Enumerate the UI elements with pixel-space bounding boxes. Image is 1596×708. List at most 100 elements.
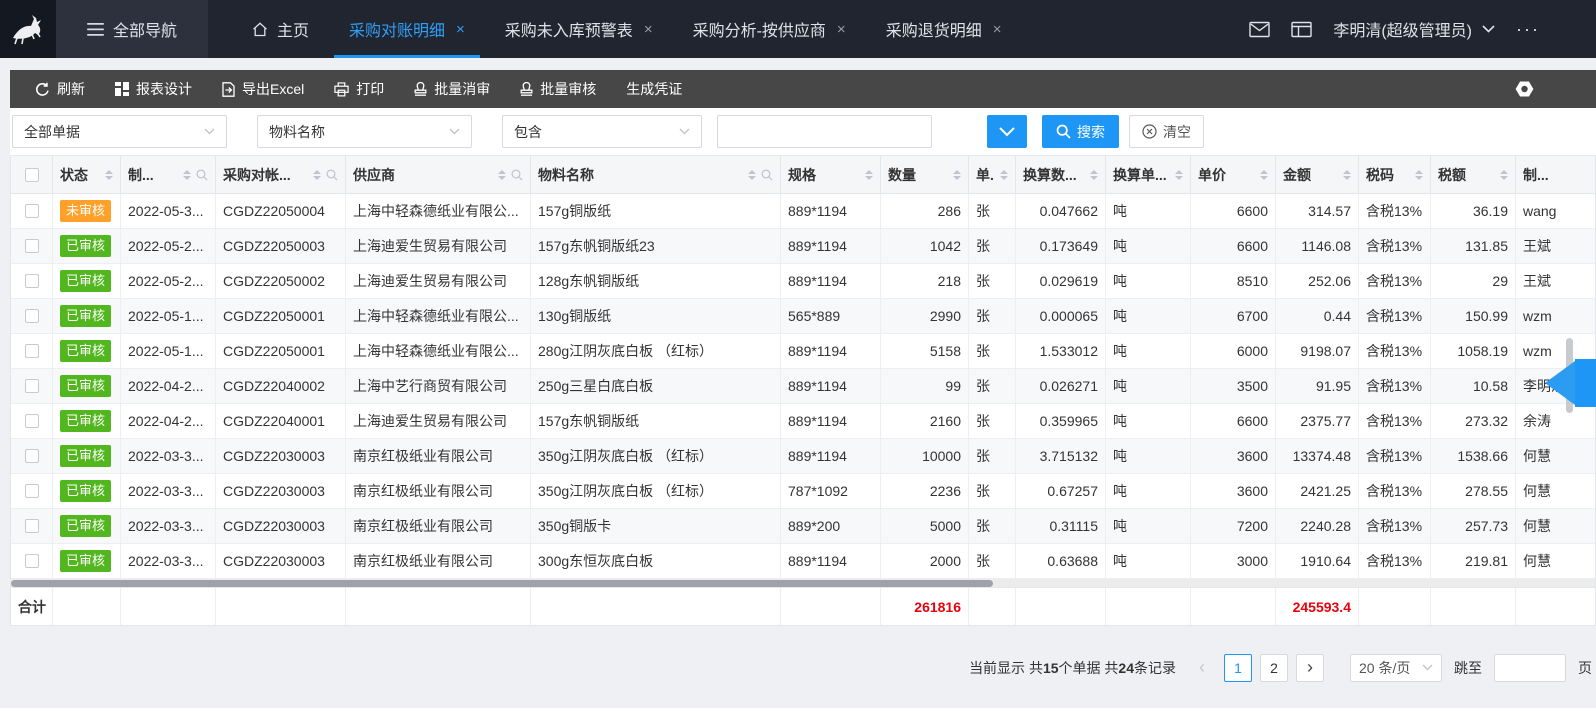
row-checkbox[interactable]	[25, 239, 39, 253]
drawer-toggle[interactable]	[1545, 358, 1596, 408]
cell: 吨	[1106, 334, 1191, 368]
sort-icon[interactable]	[748, 170, 756, 180]
settings-gear-icon[interactable]	[1515, 81, 1534, 98]
table-row[interactable]: 已审核2022-03-3...CGDZ22030003南京红极纸业有限公司350…	[11, 474, 1595, 509]
sort-icon[interactable]	[498, 170, 506, 180]
sort-icon[interactable]	[1415, 170, 1423, 180]
table-row[interactable]: 已审核2022-05-1...CGDZ22050001上海中轻森德纸业有限公..…	[11, 334, 1595, 369]
column-search-icon[interactable]	[511, 169, 523, 181]
row-checkbox[interactable]	[25, 344, 39, 358]
toolbar-button[interactable]: 报表设计	[100, 70, 207, 108]
sort-icon[interactable]	[953, 170, 961, 180]
table-row[interactable]: 已审核2022-03-3...CGDZ22030003南京红极纸业有限公司350…	[11, 509, 1595, 544]
row-checkbox[interactable]	[25, 554, 39, 568]
tab[interactable]: 采购分析-按供应商×	[673, 0, 866, 58]
table-row[interactable]: 已审核2022-03-3...CGDZ22030003南京红极纸业有限公司300…	[11, 544, 1595, 579]
sort-icon[interactable]	[1343, 170, 1351, 180]
select-all-checkbox[interactable]	[25, 168, 39, 182]
column-search-icon[interactable]	[326, 169, 338, 181]
column-label: 单价	[1198, 165, 1226, 185]
toolbar-button[interactable]: 批量审核	[505, 70, 611, 108]
app-logo[interactable]	[0, 0, 56, 58]
sort-icon[interactable]	[1500, 170, 1508, 180]
toolbar-button[interactable]: 生成凭证	[611, 70, 697, 108]
tab-close-icon[interactable]: ×	[644, 21, 653, 38]
doc-type-select[interactable]: 全部单据	[12, 115, 227, 148]
more-button[interactable]: ···	[1516, 19, 1540, 40]
column-header[interactable]: 供应商	[346, 156, 531, 193]
column-header[interactable]: 数量	[881, 156, 969, 193]
horizontal-scrollbar-thumb[interactable]	[11, 580, 993, 587]
mail-icon[interactable]	[1249, 21, 1270, 38]
page-button[interactable]: 1	[1224, 654, 1252, 682]
table-row[interactable]: 已审核2022-04-2...CGDZ22040002上海中艺行商贸有限公司25…	[11, 369, 1595, 404]
row-checkbox[interactable]	[25, 274, 39, 288]
clear-button[interactable]: 清空	[1129, 115, 1204, 148]
tab-close-icon[interactable]: ×	[837, 21, 846, 38]
sort-icon[interactable]	[1260, 170, 1268, 180]
table-row[interactable]: 已审核2022-04-2...CGDZ22040001上海迪爱生贸易有限公司15…	[11, 404, 1595, 439]
column-header[interactable]: 制...	[1516, 156, 1596, 193]
window-icon[interactable]	[1291, 21, 1312, 38]
sort-icon[interactable]	[1090, 170, 1098, 180]
status-badge: 已审核	[60, 305, 111, 327]
sort-icon[interactable]	[183, 170, 191, 180]
table-row[interactable]: 已审核2022-05-1...CGDZ22050001上海中轻森德纸业有限公..…	[11, 299, 1595, 334]
table-row[interactable]: 已审核2022-05-2...CGDZ22050003上海迪爱生贸易有限公司15…	[11, 229, 1595, 264]
tab-close-icon[interactable]: ×	[456, 21, 465, 38]
row-checkbox[interactable]	[25, 414, 39, 428]
page-size-select[interactable]: 20 条/页	[1350, 654, 1442, 682]
row-checkbox[interactable]	[25, 204, 39, 218]
keyword-input[interactable]	[717, 115, 932, 148]
tab[interactable]: 主页	[232, 0, 329, 58]
column-header[interactable]: 税额	[1431, 156, 1516, 193]
prev-page-button[interactable]: ‹	[1188, 654, 1216, 682]
column-header[interactable]: 单.	[969, 156, 1016, 193]
column-label: 状态	[60, 165, 88, 185]
column-header[interactable]: 物料名称	[531, 156, 781, 193]
toolbar-button[interactable]: 导出Excel	[207, 70, 319, 108]
tab[interactable]: 采购对账明细×	[329, 0, 485, 58]
cell: 787*1092	[781, 474, 881, 508]
jump-page-input[interactable]	[1494, 654, 1566, 682]
toolbar-button[interactable]: 打印	[319, 70, 399, 108]
sort-icon[interactable]	[313, 170, 321, 180]
row-checkbox[interactable]	[25, 309, 39, 323]
page-button[interactable]: 2	[1260, 654, 1288, 682]
row-checkbox[interactable]	[25, 379, 39, 393]
column-header[interactable]: 采购对帐...	[216, 156, 346, 193]
tab-close-icon[interactable]: ×	[993, 21, 1002, 38]
nav-toggle[interactable]: 全部导航	[56, 0, 208, 58]
field-select[interactable]: 物料名称	[257, 115, 472, 148]
column-header[interactable]: 单价	[1191, 156, 1276, 193]
expand-filters-button[interactable]	[987, 115, 1027, 148]
table-row[interactable]: 已审核2022-05-2...CGDZ22050002上海迪爱生贸易有限公司12…	[11, 264, 1595, 299]
tab[interactable]: 采购未入库预警表×	[485, 0, 673, 58]
column-header[interactable]: 规格	[781, 156, 881, 193]
sort-icon[interactable]	[1175, 170, 1183, 180]
search-button[interactable]: 搜索	[1042, 115, 1119, 148]
column-header[interactable]: 金额	[1276, 156, 1359, 193]
user-menu[interactable]: 李明清(超级管理员)	[1333, 17, 1495, 41]
toolbar-button[interactable]: 批量消审	[399, 70, 505, 108]
column-label: 换算单...	[1113, 165, 1167, 185]
table-row[interactable]: 已审核2022-03-3...CGDZ22030003南京红极纸业有限公司350…	[11, 439, 1595, 474]
column-header[interactable]: 换算单...	[1106, 156, 1191, 193]
sort-icon[interactable]	[105, 170, 113, 180]
row-checkbox[interactable]	[25, 449, 39, 463]
row-checkbox[interactable]	[25, 519, 39, 533]
column-header[interactable]: 换算数...	[1016, 156, 1106, 193]
toolbar-button[interactable]: 刷新	[20, 70, 100, 108]
column-header[interactable]: 状态	[53, 156, 121, 193]
tab[interactable]: 采购退货明细×	[866, 0, 1022, 58]
column-header[interactable]: 制...	[121, 156, 216, 193]
row-checkbox[interactable]	[25, 484, 39, 498]
column-header[interactable]: 税码	[1359, 156, 1431, 193]
column-search-icon[interactable]	[761, 169, 773, 181]
sort-icon[interactable]	[865, 170, 873, 180]
operator-select[interactable]: 包含	[502, 115, 702, 148]
table-row[interactable]: 未审核2022-05-3...CGDZ22050004上海中轻森德纸业有限公..…	[11, 194, 1595, 229]
sort-icon[interactable]	[1000, 170, 1008, 180]
next-page-button[interactable]: ›	[1296, 654, 1324, 682]
column-search-icon[interactable]	[196, 169, 208, 181]
